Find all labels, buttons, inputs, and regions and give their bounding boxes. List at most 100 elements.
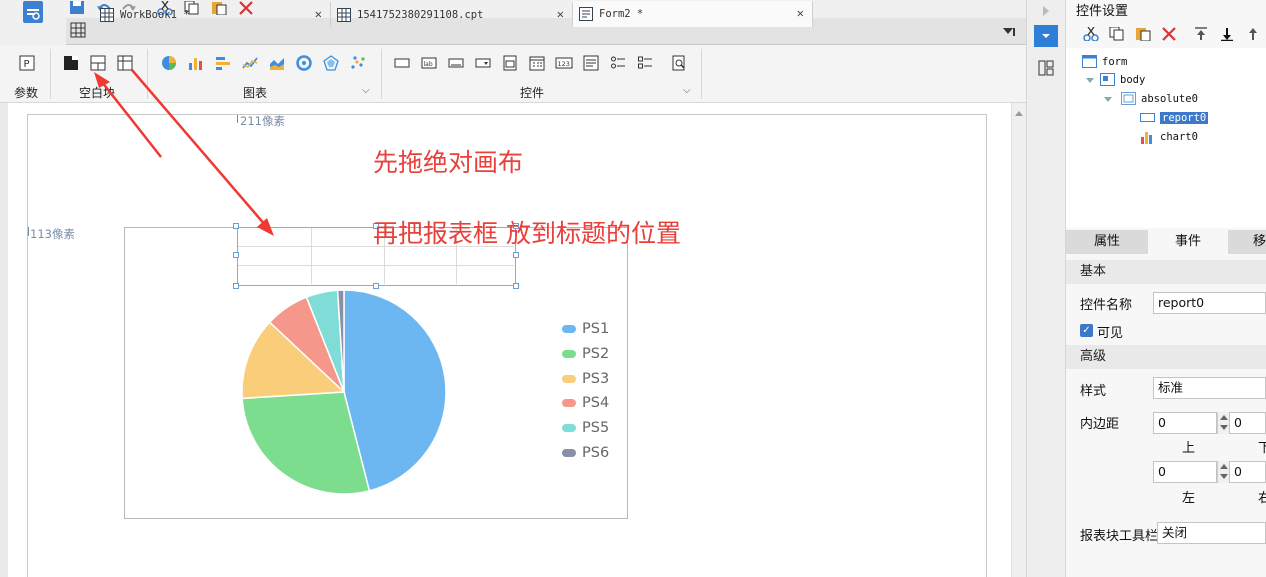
legend-swatch <box>562 349 576 358</box>
expand-icon[interactable] <box>1086 78 1094 83</box>
resize-handle[interactable] <box>233 252 239 258</box>
tab-label: 1541752380291108.cpt <box>357 8 484 21</box>
delete-icon[interactable] <box>1160 26 1178 42</box>
legend-item-ps4[interactable]: PS4 <box>562 395 609 411</box>
line-chart-icon[interactable] <box>241 54 259 72</box>
legend-item-ps2[interactable]: PS2 <box>562 346 609 362</box>
save-icon[interactable] <box>68 0 86 16</box>
gauge-chart-icon[interactable] <box>295 54 313 72</box>
legend-item-ps6[interactable]: PS6 <box>562 445 609 461</box>
move-down-icon[interactable] <box>1218 26 1236 42</box>
move-up-icon[interactable] <box>1244 26 1262 42</box>
area-chart-icon[interactable] <box>268 54 286 72</box>
date-widget-icon[interactable] <box>528 54 546 72</box>
tree-node-absolute[interactable]: absolute0 <box>1121 90 1198 108</box>
form-file-icon <box>579 7 593 21</box>
section-basic[interactable]: 基本 <box>1066 260 1266 284</box>
button-widget-icon[interactable] <box>393 54 411 72</box>
padding-left-input[interactable]: 0 <box>1153 461 1217 483</box>
style-select[interactable]: 标准 <box>1153 377 1266 399</box>
radiogroup-widget-icon[interactable] <box>609 54 627 72</box>
tab-form2[interactable]: Form2 * ✕ <box>573 1 813 27</box>
divider <box>701 49 702 99</box>
padding-bottom-input[interactable]: 0 <box>1229 412 1266 434</box>
legend-label: PS3 <box>582 370 610 387</box>
tree-node-chart[interactable]: chart0 <box>1140 128 1198 146</box>
report-block-icon[interactable] <box>116 54 134 72</box>
divider <box>381 49 382 99</box>
textfield-widget-icon[interactable] <box>447 54 465 72</box>
move-top-icon[interactable] <box>1192 26 1210 42</box>
radar-chart-icon[interactable] <box>322 54 340 72</box>
padding-top-input[interactable]: 0 <box>1153 412 1217 434</box>
tree-node-report[interactable]: report0 <box>1140 109 1209 127</box>
preview-icon[interactable] <box>22 0 44 28</box>
expand-icon[interactable] <box>1104 97 1112 102</box>
horizontal-bar-chart-icon[interactable] <box>214 54 232 72</box>
pie-chart-icon[interactable] <box>160 54 178 72</box>
number-widget-icon[interactable]: 123 <box>555 54 573 72</box>
bar-chart-icon[interactable] <box>187 54 205 72</box>
textarea-widget-icon[interactable] <box>582 54 600 72</box>
legend-item-ps1[interactable]: PS1 <box>562 321 609 337</box>
legend-swatch <box>562 424 576 433</box>
widget-settings-icon[interactable] <box>1034 25 1058 47</box>
scatter-chart-icon[interactable] <box>349 54 367 72</box>
resize-handle[interactable] <box>373 283 379 289</box>
widget-group-label: 控件 <box>520 86 545 100</box>
label-widget-icon[interactable]: lab <box>420 54 438 72</box>
file-widget-icon[interactable] <box>501 54 519 72</box>
checkboxgroup-widget-icon[interactable] <box>636 54 654 72</box>
annotation-drag-canvas: 先拖绝对画布 <box>373 148 524 177</box>
combobox-widget-icon[interactable] <box>474 54 492 72</box>
tab-cpt[interactable]: 1541752380291108.cpt ✕ <box>331 2 573 27</box>
tree-node-body[interactable]: body <box>1100 71 1145 89</box>
close-icon[interactable]: ✕ <box>557 7 564 21</box>
paste-icon[interactable] <box>1134 26 1152 42</box>
chart-widget-icon <box>1140 130 1155 144</box>
parameter-icon[interactable]: P <box>18 54 36 72</box>
layout-panel-icon[interactable] <box>1034 57 1058 79</box>
visible-checkbox[interactable]: ✓ <box>1080 324 1093 337</box>
copy-icon[interactable] <box>1108 26 1126 42</box>
svg-text:P: P <box>24 59 30 70</box>
vertical-scrollbar[interactable] <box>1011 103 1026 577</box>
resize-handle[interactable] <box>513 252 519 258</box>
right-rail <box>1026 0 1066 577</box>
search-widget-icon[interactable] <box>670 54 688 72</box>
widget-name-input[interactable]: report0 <box>1153 292 1266 314</box>
report-toolbar-select[interactable]: 关闭 <box>1157 522 1266 544</box>
divider <box>50 49 51 99</box>
resize-handle[interactable] <box>233 283 239 289</box>
scroll-up-icon[interactable] <box>1015 111 1023 116</box>
tab-properties[interactable]: 属性 <box>1066 230 1148 254</box>
width-dimension-label: 211像素 <box>240 114 285 128</box>
close-icon[interactable]: ✕ <box>315 7 322 21</box>
report-file-icon <box>337 7 351 22</box>
cut-icon[interactable] <box>1082 26 1100 42</box>
legend-item-ps5[interactable]: PS5 <box>562 420 609 436</box>
annotation-place-report: 再把报表框 放到标题的位置 <box>373 219 681 248</box>
height-guide <box>28 227 29 236</box>
chevron-down-icon[interactable]: ⌵ <box>683 85 691 96</box>
legend-swatch <box>562 399 576 408</box>
tab-workbook1[interactable]: WorkBook1 * ✕ <box>94 2 331 27</box>
legend-item-ps3[interactable]: PS3 <box>562 371 609 387</box>
absolute-canvas-icon[interactable] <box>62 54 80 72</box>
collapse-arrow-icon[interactable] <box>1034 0 1058 22</box>
tree-node-form[interactable]: form <box>1082 53 1127 71</box>
chevron-down-icon[interactable]: ⌵ <box>362 85 370 96</box>
tab-label: WorkBook1 * <box>120 8 190 21</box>
layout-block-icon[interactable] <box>89 54 107 72</box>
tab-events[interactable]: 事件 <box>1148 230 1228 254</box>
resize-handle[interactable] <box>513 283 519 289</box>
resize-handle[interactable] <box>233 223 239 229</box>
tab-menu-icon[interactable] <box>1002 26 1016 41</box>
param-group-label: 参数 <box>14 86 39 100</box>
grid-icon[interactable] <box>70 22 88 40</box>
close-icon[interactable]: ✕ <box>797 6 804 20</box>
legend-label: PS6 <box>582 445 610 461</box>
section-advanced[interactable]: 高级 <box>1066 345 1266 369</box>
tab-mobile[interactable]: 移 <box>1228 230 1266 254</box>
padding-right-input[interactable]: 0 <box>1229 461 1266 483</box>
